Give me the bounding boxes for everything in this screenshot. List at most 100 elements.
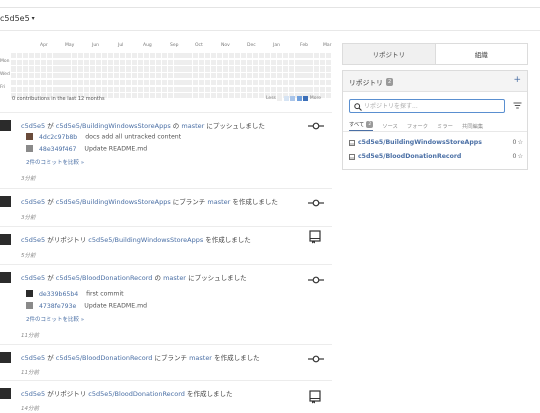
tab-repositories[interactable]: リポジトリ — [343, 44, 436, 64]
commit-message: first commit — [86, 290, 124, 298]
heatmap-cell — [113, 66, 120, 72]
heatmap-cell — [307, 66, 313, 72]
repo-link[interactable]: c5d5e5/BuildingWindowsStoreApps — [56, 198, 171, 206]
heatmap-cell — [180, 93, 186, 99]
avatar[interactable] — [0, 234, 11, 245]
filter-icon[interactable] — [513, 101, 522, 110]
repo-link[interactable]: c5d5e5/BuildingWindowsStoreApps — [56, 122, 171, 130]
repo-link[interactable]: c5d5e5/BloodDonationRecord — [56, 354, 153, 362]
heatmap-cell — [59, 86, 65, 92]
branch-link[interactable]: master — [163, 274, 186, 282]
heatmap-cell — [150, 86, 156, 92]
feed-divider — [0, 226, 332, 227]
branch-link[interactable]: master — [189, 354, 212, 362]
filter-sources[interactable]: ソース — [382, 122, 398, 130]
avatar[interactable] — [0, 120, 11, 131]
repo-link[interactable]: c5d5e5/BloodDonationRecord — [88, 390, 185, 398]
repository-search-input[interactable] — [364, 102, 502, 111]
repo-link[interactable]: c5d5e5/BloodDonationRecord — [56, 274, 153, 282]
branch-link[interactable]: master — [207, 198, 230, 206]
heatmap-cell — [77, 86, 83, 92]
heatmap-cell — [271, 59, 277, 65]
heatmap-cell — [35, 59, 41, 65]
heatmap-cell — [325, 86, 331, 92]
user-link[interactable]: c5d5e5 — [21, 390, 45, 398]
filter-mirrors[interactable]: ミラー — [437, 122, 453, 130]
heatmap-cell — [168, 59, 174, 65]
heatmap-cell — [192, 59, 198, 65]
user-link[interactable]: c5d5e5 — [21, 354, 45, 362]
heatmap-cell — [162, 59, 168, 65]
heatmap-cell — [113, 53, 120, 59]
heatmap-cell — [234, 86, 241, 92]
heatmap-cell — [246, 73, 253, 79]
heatmap-cell — [95, 86, 101, 92]
heatmap-cell — [186, 73, 192, 79]
heatmap-cell — [313, 53, 319, 59]
user-link[interactable]: c5d5e5 — [21, 122, 45, 130]
heatmap-cell — [156, 59, 162, 65]
repository-list-item[interactable]: c5d5e5/BuildingWindowsStoreApps 0 ☆ — [349, 139, 523, 149]
compare-commits-link[interactable]: 2件のコミットを比較 » — [26, 315, 84, 323]
tab-organizations[interactable]: 組織 — [436, 44, 528, 64]
heatmap-cell — [216, 79, 222, 85]
heatmap-cell — [17, 73, 23, 79]
user-link[interactable]: c5d5e5 — [21, 236, 45, 244]
feed-text: が — [47, 122, 54, 130]
heatmap-cell — [95, 79, 101, 85]
heatmap-cell — [174, 73, 180, 79]
repository-list-item[interactable]: c5d5e5/BloodDonationRecord 0 ☆ — [349, 153, 523, 163]
chevron-down-icon: ▾ — [31, 15, 35, 22]
heatmap-cell — [228, 53, 234, 59]
heatmap-cell — [246, 79, 253, 85]
user-link[interactable]: c5d5e5 — [21, 198, 45, 206]
heatmap-cell — [174, 86, 180, 92]
filter-collaborative[interactable]: 共同編集 — [462, 122, 483, 130]
heatmap-cell — [95, 59, 101, 65]
heatmap-cell — [95, 53, 101, 59]
heatmap-cell — [83, 79, 89, 85]
branch-link[interactable]: master — [181, 122, 204, 130]
month-label: Nov — [221, 43, 230, 48]
commit-icon — [308, 122, 324, 130]
avatar[interactable] — [0, 272, 11, 283]
heatmap-cell — [295, 66, 301, 72]
heatmap-cell — [150, 93, 156, 99]
add-repository-button[interactable]: + — [513, 75, 521, 85]
commit-sha-link[interactable]: 48e349f467 — [39, 146, 76, 153]
avatar[interactable] — [0, 388, 11, 399]
avatar — [26, 145, 33, 152]
commit-sha-link[interactable]: de339b65b4 — [39, 291, 78, 298]
commit-sha-link[interactable]: 4738fe793e — [39, 303, 76, 310]
avatar[interactable] — [0, 196, 11, 207]
heatmap-cell — [253, 73, 259, 79]
user-link[interactable]: c5d5e5 — [21, 274, 45, 282]
feed-time: 3分前 — [21, 176, 36, 182]
heatmap-cell — [204, 86, 210, 92]
heatmap-cell — [186, 86, 192, 92]
heatmap-cell — [265, 53, 271, 59]
heatmap-cell — [89, 73, 95, 79]
heatmap-cell — [47, 73, 53, 79]
heatmap-cell — [313, 66, 319, 72]
avatar[interactable] — [0, 352, 11, 363]
user-menu[interactable]: c5d5e5 ▾ — [0, 14, 35, 23]
commit-sha-link[interactable]: 4dc2c97b8b — [39, 134, 77, 141]
heatmap-cell — [101, 73, 107, 79]
month-label: Feb — [300, 43, 308, 48]
heatmap-cell — [240, 59, 247, 65]
repo-link[interactable]: c5d5e5/BuildingWindowsStoreApps — [88, 236, 203, 244]
filter-all[interactable]: すべて 2 — [349, 120, 374, 131]
repository-panel: リポジトリ 2 + すべて 2 ソース フォーク ミラー 共同編集 — [342, 70, 528, 170]
repository-name-link[interactable]: c5d5e5/BuildingWindowsStoreApps — [358, 139, 482, 146]
filter-forks[interactable]: フォーク — [407, 122, 428, 130]
heatmap-cell — [246, 53, 253, 59]
heatmap-cell — [198, 73, 204, 79]
compare-commits-link[interactable]: 2件のコミットを比較 » — [26, 158, 84, 166]
heatmap-cell — [59, 73, 65, 79]
commit-icon — [308, 276, 324, 284]
heatmap-cell — [41, 66, 47, 72]
heatmap-cell — [265, 86, 271, 92]
repository-name-link[interactable]: c5d5e5/BloodDonationRecord — [358, 153, 461, 160]
heatmap-cell — [240, 79, 247, 85]
